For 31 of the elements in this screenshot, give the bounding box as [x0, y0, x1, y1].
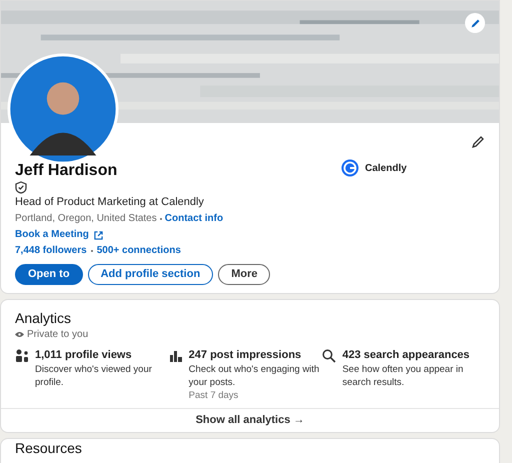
metric-title[interactable]: 1,011 profile views: [35, 348, 168, 363]
company-logo-icon: [341, 159, 359, 177]
eye-icon: [15, 331, 24, 338]
connections-link[interactable]: 500+ connections: [96, 243, 181, 259]
metric-description: Check out who's engaging with your posts.: [188, 363, 320, 389]
search-icon: [322, 349, 336, 363]
verified-shield-icon: [15, 181, 27, 194]
metric-title[interactable]: 423 search appearances: [342, 348, 476, 363]
profile-action-button[interactable]: More: [218, 264, 270, 285]
show-all-analytics-button[interactable]: Show all analytics →: [196, 412, 304, 429]
profile-action-button[interactable]: Open to: [15, 264, 83, 285]
pencil-icon: [470, 18, 480, 28]
section-title: Analytics: [15, 309, 72, 327]
company-name[interactable]: Calendly: [365, 160, 407, 176]
profile-headline: Head of Product Marketing at Calendly: [15, 195, 205, 210]
metric-title[interactable]: 247 post impressions: [188, 348, 322, 363]
bar-chart-icon: [168, 349, 183, 363]
section-title: Resources: [15, 440, 83, 457]
contact-info-link[interactable]: Contact info: [164, 211, 224, 227]
profile-action-button[interactable]: Add profile section: [88, 264, 214, 285]
external-link-icon: [94, 230, 103, 240]
pencil-icon[interactable]: [471, 135, 485, 149]
metric-description: Discover who's viewed your profile.: [35, 363, 153, 389]
privacy-note: Private to you: [27, 328, 88, 342]
book-meeting-link[interactable]: Book a Meeting: [15, 227, 89, 243]
followers-link[interactable]: 7,448 followers: [15, 243, 87, 259]
metric-description: See how often you appear in search results.: [342, 363, 464, 389]
profile-location: Portland, Oregon, United States: [15, 212, 157, 226]
people-icon: [15, 349, 29, 363]
profile-name: Jeff Hardison: [15, 161, 118, 180]
metric-note: Past 7 days: [188, 389, 240, 403]
